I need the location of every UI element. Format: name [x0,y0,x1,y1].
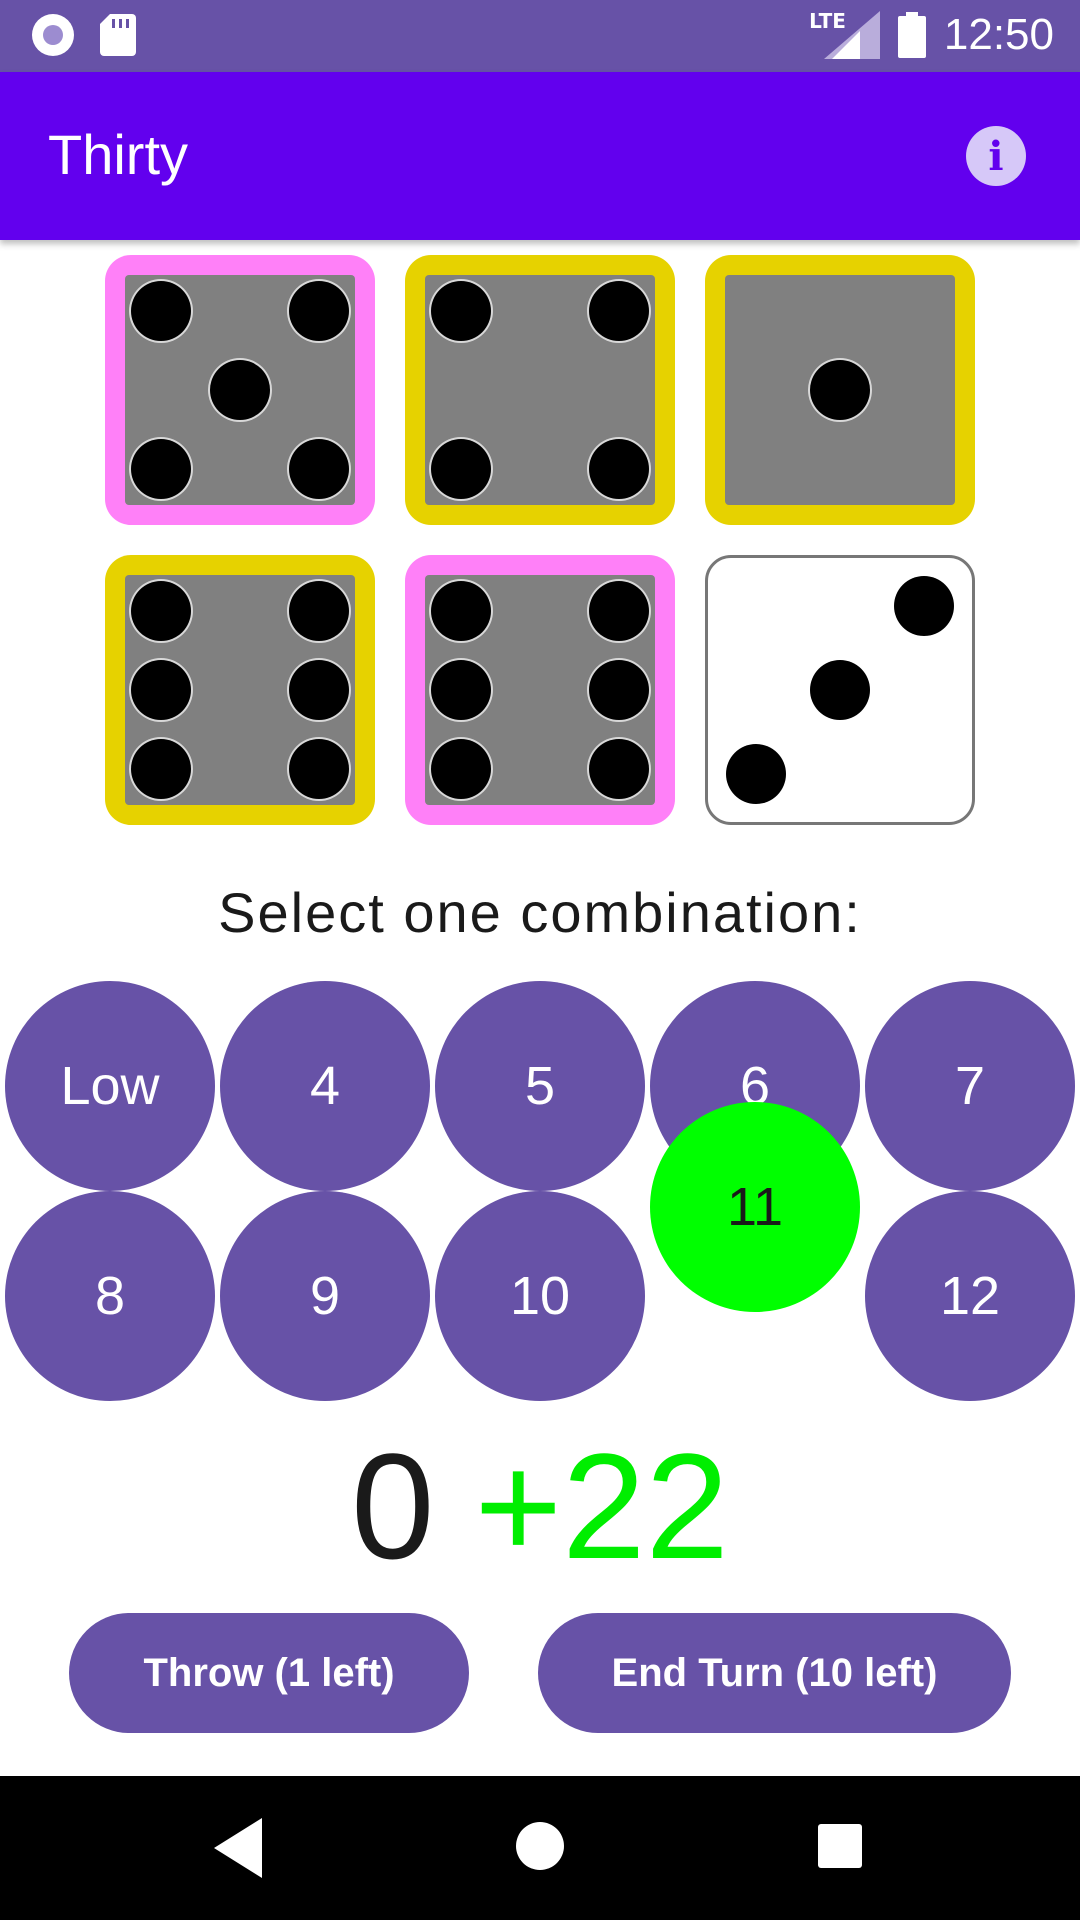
die-5[interactable] [405,555,675,825]
die-face [125,575,355,805]
app-title: Thirty [48,123,188,186]
combo-button-8[interactable]: 8 [5,1191,215,1401]
back-icon[interactable] [214,1818,262,1878]
throw-button[interactable]: Throw (1 left) [69,1613,469,1733]
die-pip [810,660,870,720]
network-type-label: LTE [809,9,846,33]
die-pip [589,439,649,499]
die-pip [289,739,349,799]
die-3[interactable] [705,255,975,525]
combo-button-12[interactable]: 12 [865,1191,1075,1401]
die-pip [289,281,349,341]
score-pending-bonus: +22 [474,1422,729,1590]
die-pip [810,360,870,420]
combination-prompt: Select one combination: [218,881,862,944]
die-pip [431,281,491,341]
notification-circle-icon [32,14,74,56]
die-pip [131,581,191,641]
combo-button-10[interactable]: 10 [435,1191,645,1401]
die-pip [289,439,349,499]
home-icon[interactable] [516,1822,564,1870]
die-pip [131,439,191,499]
die-pip [431,581,491,641]
recents-icon[interactable] [818,1824,862,1868]
combo-button-9[interactable]: 9 [220,1191,430,1401]
die-pip [131,739,191,799]
die-pip [289,660,349,720]
die-6[interactable] [705,555,975,825]
die-pip [431,439,491,499]
die-pip [289,581,349,641]
die-1[interactable] [105,255,375,525]
combo-button-4[interactable]: 4 [220,981,430,1191]
die-pip [131,660,191,720]
die-pip [589,739,649,799]
die-pip [589,581,649,641]
die-pip [431,739,491,799]
combo-button-low[interactable]: Low [5,981,215,1191]
end-turn-button[interactable]: End Turn (10 left) [538,1613,1011,1733]
score-display: 0 +22 [0,1420,1080,1593]
app-bar: Thirty i [0,72,1080,240]
die-face [708,558,972,822]
die-pip [431,660,491,720]
battery-icon [897,12,926,58]
die-2[interactable] [405,255,675,525]
sd-card-icon [100,14,136,56]
die-pip [894,576,954,636]
die-face [125,275,355,505]
die-pip [131,281,191,341]
info-icon[interactable]: i [966,126,1026,186]
navigation-bar [0,1776,1080,1920]
status-clock: 12:50 [943,10,1054,59]
die-4[interactable] [105,555,375,825]
die-face [725,275,955,505]
die-pip [589,281,649,341]
score-total: 0 [351,1422,435,1590]
die-pip [210,360,270,420]
combo-button-5[interactable]: 5 [435,981,645,1191]
die-pip [726,744,786,804]
status-bar: LTE 12:50 [0,0,1080,72]
combo-button-7[interactable]: 7 [865,981,1075,1191]
die-pip [589,660,649,720]
die-face [425,575,655,805]
combo-button-11[interactable]: 11 [650,1102,860,1312]
die-face [425,275,655,505]
